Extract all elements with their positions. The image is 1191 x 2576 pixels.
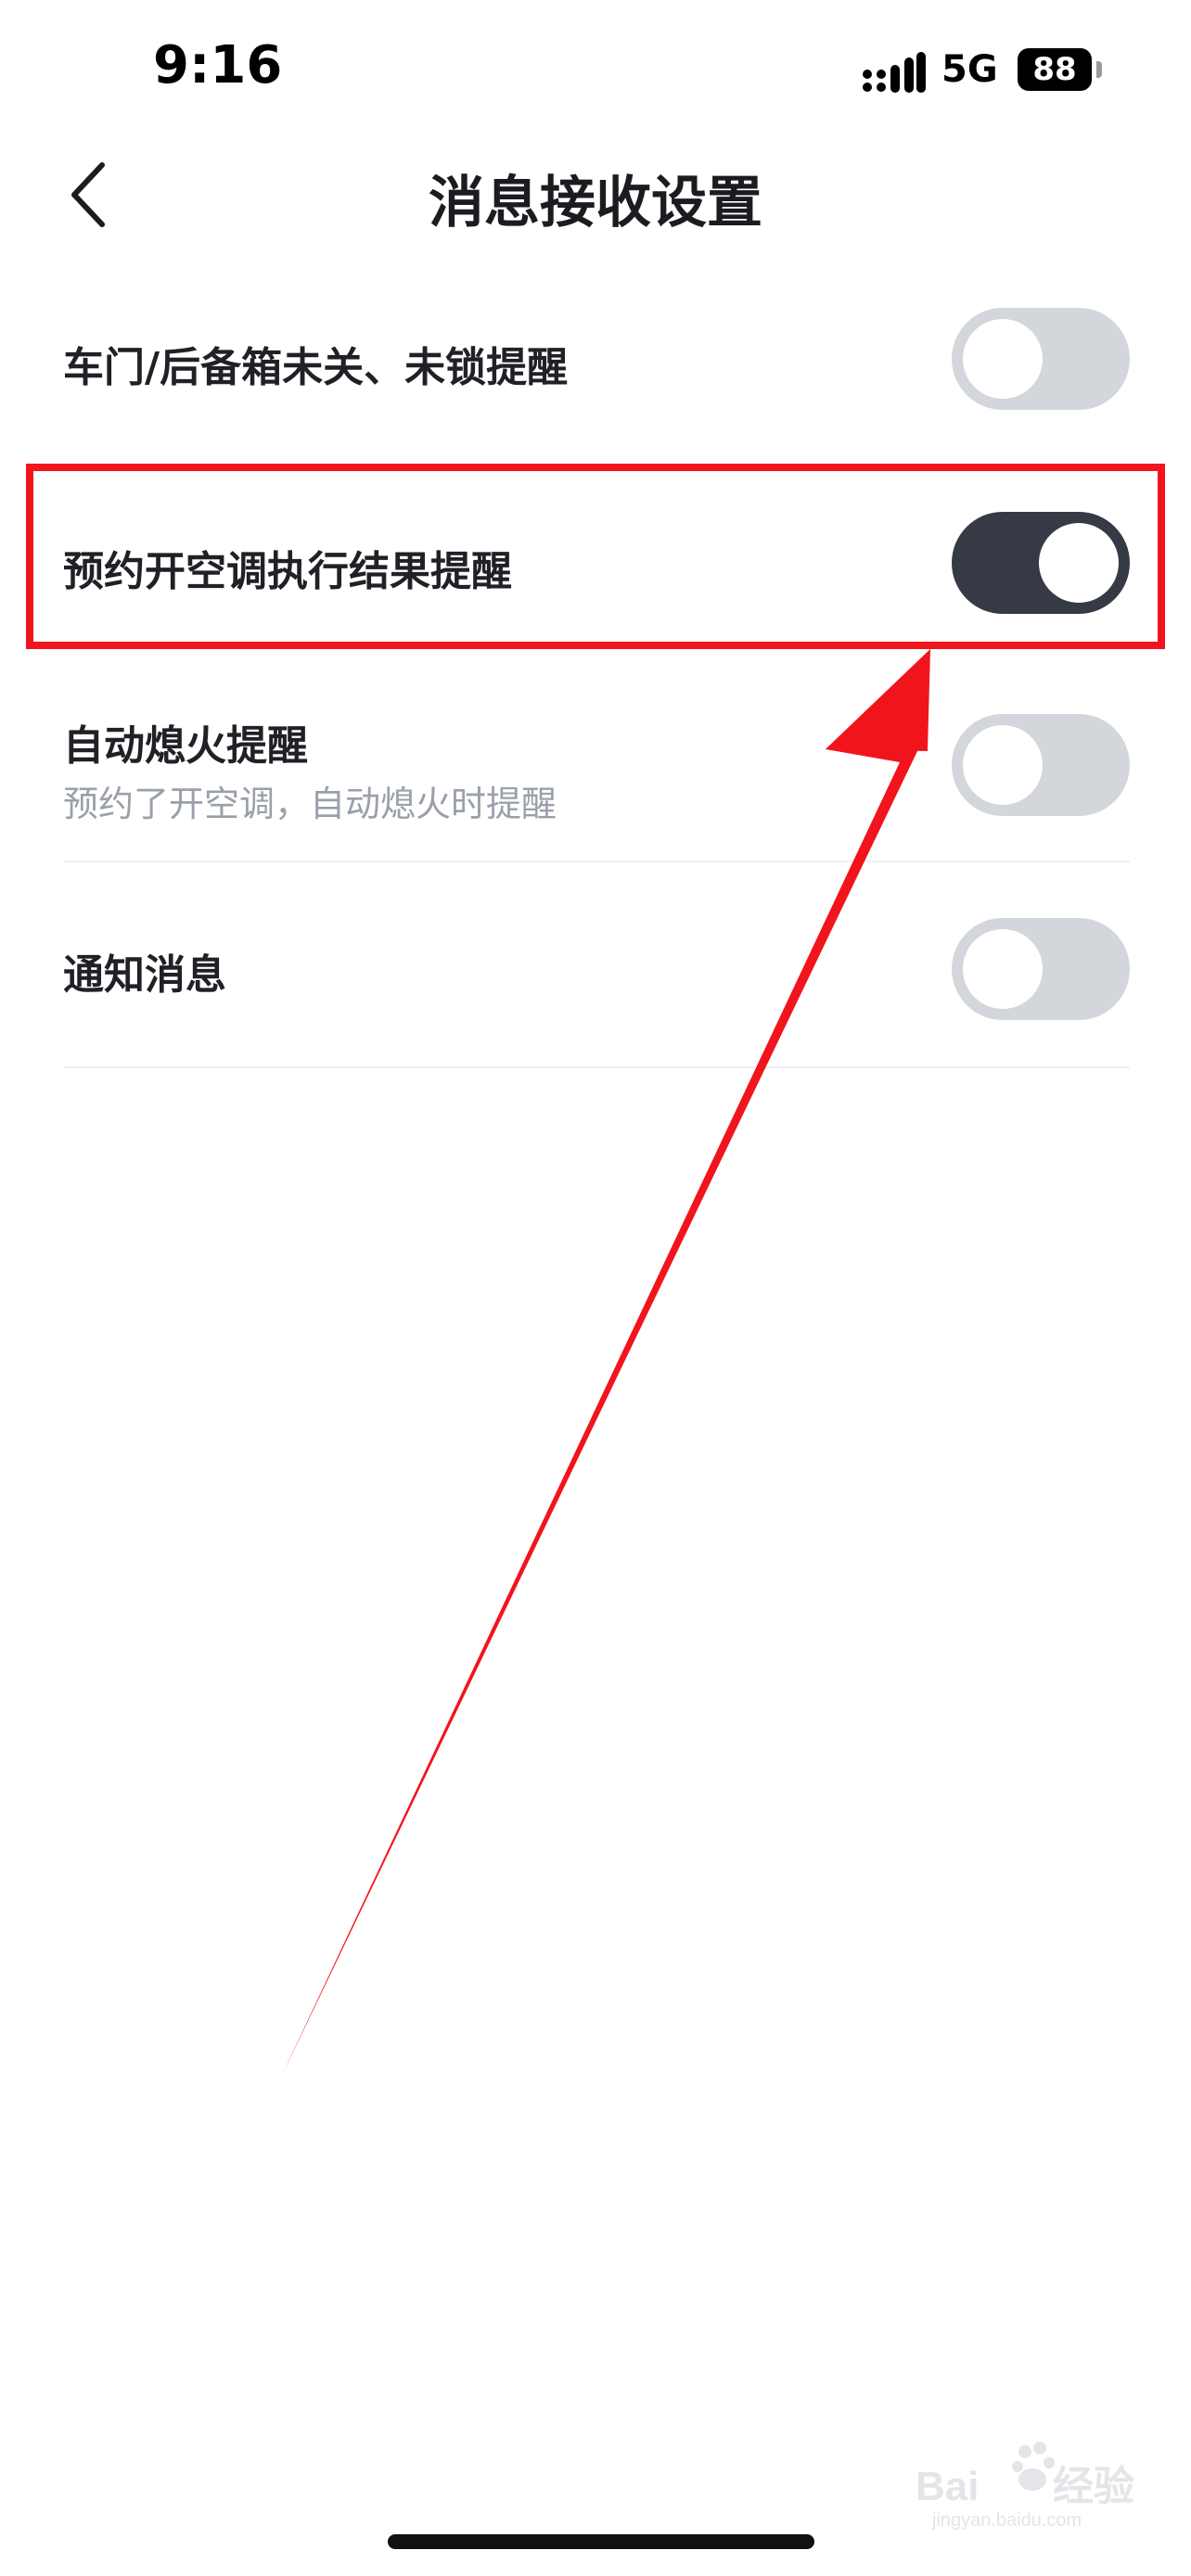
battery-icon: 88 <box>1018 48 1092 91</box>
setting-label: 车门/后备箱未关、未锁提醒 <box>63 344 569 391</box>
toggle-door-trunk[interactable] <box>952 308 1130 410</box>
status-time: 9:16 <box>153 35 283 96</box>
watermark-subtext: jingyan.baidu.com <box>931 2510 1082 2531</box>
status-bar: 9:16 5G 88 <box>0 0 1191 139</box>
page-title: 消息接收设置 <box>429 171 762 236</box>
toggle-knob <box>963 725 1043 805</box>
toggle-knob <box>963 319 1043 399</box>
annotation-highlight-box <box>26 464 1165 649</box>
setting-row-door-trunk: 车门/后备箱未关、未锁提醒 <box>63 297 1130 482</box>
setting-label: 自动熄火提醒 <box>63 722 308 770</box>
chevron-left-icon[interactable] <box>63 159 119 230</box>
baidu-jingyan-watermark: Bai 经验 jingyan.baidu.com <box>916 2442 1134 2531</box>
toggle-auto-stop[interactable] <box>952 714 1130 816</box>
battery-level: 88 <box>1032 51 1077 88</box>
battery-tip <box>1096 61 1102 78</box>
setting-row-notifications: 通知消息 <box>63 913 1130 1071</box>
divider <box>63 861 1130 862</box>
nav-bar: 消息接收设置 <box>0 139 1191 250</box>
svg-text:经验: 经验 <box>1053 2464 1134 2509</box>
divider <box>63 1066 1130 1068</box>
svg-text:Bai: Bai <box>916 2464 979 2509</box>
cellular-signal-icon <box>863 52 926 93</box>
screen: 9:16 5G 88 消息接收设置 车门/后备箱未关、未锁提醒 预约开空调执行结 <box>0 0 1191 2576</box>
setting-label: 通知消息 <box>63 951 226 999</box>
setting-description: 预约了开空调，自动熄火时提醒 <box>63 784 557 824</box>
network-type: 5G <box>941 48 998 91</box>
setting-row-auto-stop: 自动熄火提醒 预约了开空调，自动熄火时提醒 <box>63 705 1130 862</box>
toggle-notifications[interactable] <box>952 918 1130 1020</box>
home-indicator[interactable] <box>388 2534 814 2549</box>
toggle-knob <box>963 929 1043 1009</box>
